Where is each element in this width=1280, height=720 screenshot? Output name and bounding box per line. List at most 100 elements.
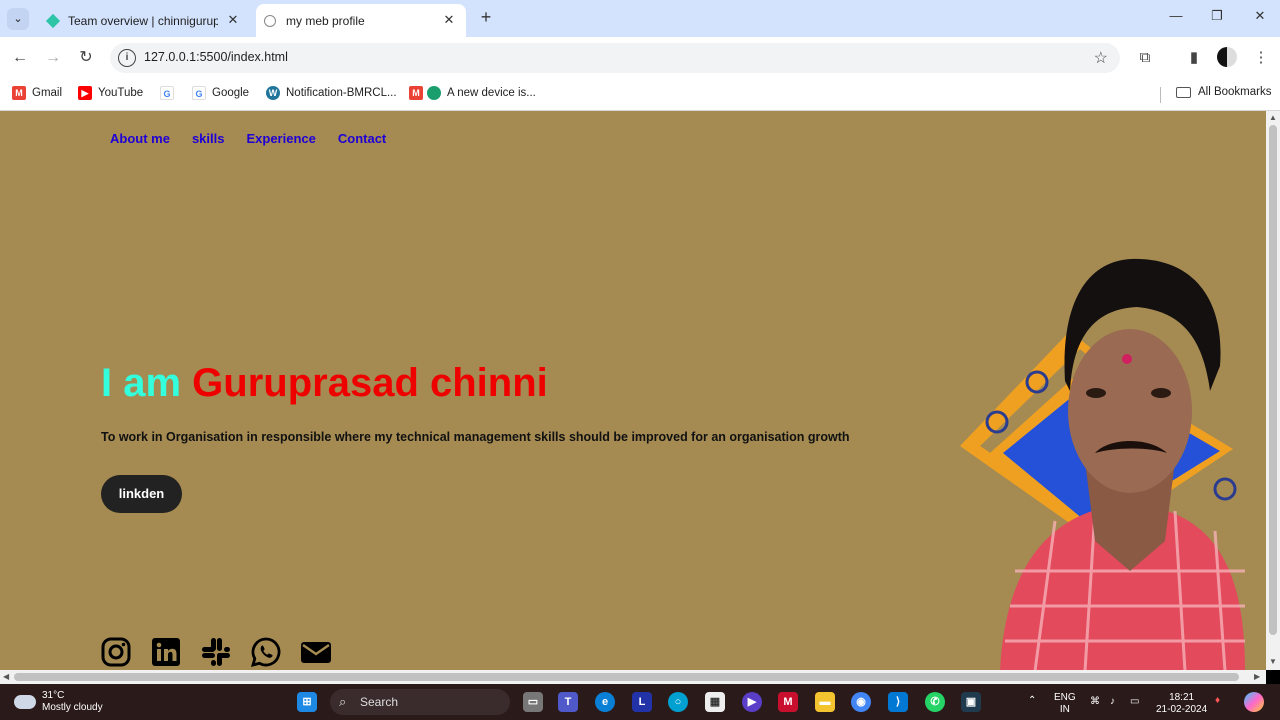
email-icon[interactable] xyxy=(300,636,332,668)
weather-desc: Mostly cloudy xyxy=(42,702,103,713)
nav-about-me[interactable]: About me xyxy=(110,131,170,146)
globe-icon xyxy=(264,14,276,27)
star-icon[interactable]: ☆ xyxy=(1094,48,1108,68)
scroll-up-arrow[interactable]: ▲ xyxy=(1269,113,1277,122)
notification-bell-icon[interactable]: ♦ xyxy=(1215,695,1220,707)
horizontal-scrollbar[interactable]: ◀ ▶ xyxy=(0,670,1266,684)
language-indicator[interactable]: ENG IN xyxy=(1054,692,1076,716)
bookmarks-bar: M Gmail ▶ YouTube G G Google W Notification-… xyxy=(0,79,1280,111)
hero-prefix: I am xyxy=(101,361,182,405)
menu-icon[interactable]: ⋮ xyxy=(1250,47,1272,69)
gmail-icon: M xyxy=(409,86,423,100)
tab-strip: ⌄ Team overview | chinniguruprasad ✕ my … xyxy=(0,0,1280,37)
windows-taskbar: 31°C Mostly cloudy ⊞ ⌕ Search ▭ T e L ○ … xyxy=(0,684,1280,720)
back-button[interactable]: ← xyxy=(8,46,32,70)
google-icon: G xyxy=(160,86,174,100)
scroll-left-arrow[interactable]: ◀ xyxy=(3,672,9,681)
search-label: Search xyxy=(360,695,399,709)
bookmark-youtube[interactable]: ▶ YouTube xyxy=(78,86,143,100)
profile-avatar[interactable] xyxy=(1217,47,1237,67)
close-window-button[interactable]: ✕ xyxy=(1245,8,1275,24)
bookmark-label: Notification-BMRCL... xyxy=(286,87,397,99)
globe-icon xyxy=(427,86,441,100)
info-icon[interactable]: i xyxy=(118,49,136,67)
task-view-icon[interactable]: ▭ xyxy=(523,692,543,712)
volume-icon[interactable]: ♪ xyxy=(1110,696,1115,708)
scrollbar-thumb[interactable] xyxy=(14,673,1239,681)
all-bookmarks[interactable]: All Bookmarks xyxy=(1176,86,1272,98)
bookmark-new-device[interactable]: M A new device is... xyxy=(409,86,536,100)
chevron-up-icon[interactable]: ⌃ xyxy=(1028,695,1036,707)
tab-title: Team overview | chinniguruprasad xyxy=(68,13,218,28)
whatsapp-icon[interactable] xyxy=(250,636,282,668)
browser-toolbar: ← → ↻ i 127.0.0.1:5500/index.html ☆ ⧉ ▮ … xyxy=(0,37,1280,79)
cloud-icon xyxy=(14,695,36,709)
slack-icon[interactable] xyxy=(200,636,232,668)
scroll-right-arrow[interactable]: ▶ xyxy=(1254,672,1260,681)
hero-name: Guruprasad chinni xyxy=(192,361,548,405)
weather-widget[interactable]: 31°C Mostly cloudy xyxy=(14,690,103,714)
extensions-icon[interactable]: ⧉ xyxy=(1134,47,1156,69)
tab-my-meb-profile[interactable]: my meb profile ✕ xyxy=(256,4,466,37)
battery-icon[interactable]: ▭ xyxy=(1130,696,1139,708)
linkedin-button[interactable]: linkden xyxy=(101,475,182,513)
bookmark-separator xyxy=(1160,87,1161,103)
diamond-icon xyxy=(45,13,61,28)
bookmark-label: Gmail xyxy=(32,87,63,99)
forward-button[interactable]: → xyxy=(41,46,65,70)
bookmark-notification[interactable]: W Notification-BMRCL... xyxy=(266,86,397,100)
cortana-icon[interactable]: ○ xyxy=(668,692,688,712)
clock-date: 21-02-2024 xyxy=(1156,704,1208,715)
scrollbar-thumb[interactable] xyxy=(1269,125,1277,635)
l-app-icon[interactable]: L xyxy=(632,692,652,712)
mcafee-icon[interactable]: M xyxy=(778,692,798,712)
bookmark-gmail[interactable]: M Gmail xyxy=(12,86,62,100)
weather-temp: 31°C xyxy=(42,690,65,701)
new-tab-button[interactable]: + xyxy=(476,7,496,28)
hero-tagline: To work in Organisation in responsible w… xyxy=(101,430,850,444)
lang-line2: IN xyxy=(1059,704,1070,715)
chrome-icon[interactable]: ◉ xyxy=(851,692,871,712)
nav-experience[interactable]: Experience xyxy=(246,131,315,146)
side-panel-icon[interactable]: ▮ xyxy=(1183,47,1205,69)
edge-icon[interactable]: e xyxy=(595,692,615,712)
close-icon[interactable]: ✕ xyxy=(440,11,458,29)
tab-team-overview[interactable]: Team overview | chinniguruprasad ✕ xyxy=(36,4,250,37)
instagram-icon[interactable] xyxy=(100,636,132,668)
restore-button[interactable]: ❐ xyxy=(1202,8,1232,24)
linkedin-icon[interactable] xyxy=(150,636,182,668)
file-explorer-icon[interactable]: ▬ xyxy=(815,692,835,712)
vertical-scrollbar[interactable]: ▲ ▼ xyxy=(1266,111,1280,670)
tab-title: my meb profile xyxy=(286,13,365,28)
tab-search-button[interactable]: ⌄ xyxy=(7,8,29,30)
windows-start-icon[interactable]: ⊞ xyxy=(297,692,317,712)
address-url: 127.0.0.1:5500/index.html xyxy=(144,50,288,64)
search-icon: ⌕ xyxy=(339,694,347,709)
clock-time: 18:21 xyxy=(1169,692,1195,703)
main-nav: About me skills Experience Contact xyxy=(110,131,386,146)
gmail-icon: M xyxy=(12,86,26,100)
address-bar[interactable]: i 127.0.0.1:5500/index.html ☆ xyxy=(110,43,1120,73)
media-player-icon[interactable]: ▶ xyxy=(742,692,762,712)
profile-photo xyxy=(960,258,1245,670)
lang-line1: ENG xyxy=(1054,692,1076,703)
scroll-down-arrow[interactable]: ▼ xyxy=(1269,657,1277,666)
close-icon[interactable]: ✕ xyxy=(224,11,242,29)
vscode-icon[interactable]: ⟩ xyxy=(888,692,908,712)
reload-button[interactable]: ↻ xyxy=(74,46,98,70)
nav-skills[interactable]: skills xyxy=(192,131,225,146)
bookmark-google[interactable]: G Google xyxy=(192,86,249,100)
teams-icon[interactable]: T xyxy=(558,692,578,712)
store-icon[interactable]: ▦ xyxy=(705,692,725,712)
taskbar-search[interactable]: ⌕ Search xyxy=(330,689,510,715)
terminal-icon[interactable]: ▣ xyxy=(961,692,981,712)
bookmark-google-blank[interactable]: G xyxy=(160,86,180,100)
whatsapp-taskbar-icon[interactable]: ✆ xyxy=(925,692,945,712)
wordpress-icon: W xyxy=(266,86,280,100)
minimize-button[interactable]: — xyxy=(1161,8,1191,23)
bookmark-label: YouTube xyxy=(98,87,144,99)
copilot-icon[interactable] xyxy=(1244,692,1264,712)
clock[interactable]: 18:21 21-02-2024 xyxy=(1156,692,1207,716)
nav-contact[interactable]: Contact xyxy=(338,131,386,146)
network-icon[interactable]: ⌘ xyxy=(1090,696,1100,708)
